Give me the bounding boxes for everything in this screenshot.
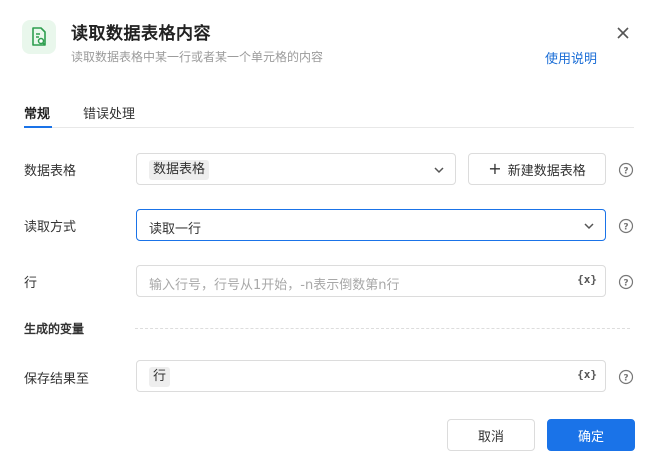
variable-icon[interactable]: {x} [577,273,597,286]
active-tab-indicator [24,126,52,128]
help-icon[interactable]: ? [618,162,634,178]
save-to-input[interactable]: 行 {x} [136,360,606,392]
close-icon [617,27,629,39]
svg-text:?: ? [623,279,628,289]
cancel-button[interactable]: 取消 [447,419,535,451]
read-table-dialog: 读取数据表格内容 读取数据表格中某一行或者某一个单元格的内容 使用说明 常规 错… [0,0,658,475]
variable-chip: 行 [149,367,171,387]
new-table-label: 新建数据表格 [507,163,586,179]
dialog-title: 读取数据表格内容 [71,24,211,44]
tab-bar: 常规 错误处理 [24,92,634,128]
row-input[interactable]: 输入行号，行号从1开始，-n表示倒数第n行 {x} [136,265,606,297]
document-search-icon [22,20,56,54]
confirm-button[interactable]: 确定 [547,419,635,451]
help-icon[interactable]: ? [618,369,634,385]
svg-text:?: ? [623,223,628,233]
help-icon[interactable]: ? [618,218,634,234]
help-icon[interactable]: ? [618,274,634,290]
table-label: 数据表格 [24,164,77,179]
svg-text:?: ? [623,167,628,177]
read-mode-label: 读取方式 [24,220,77,235]
help-link[interactable]: 使用说明 [545,48,597,67]
output-section-title: 生成的变量 [24,322,85,336]
row-label: 行 [24,276,38,291]
close-button[interactable] [612,22,634,44]
table-select[interactable]: 数据表格 [136,153,456,185]
tab-general[interactable]: 常规 [24,103,50,122]
svg-text:?: ? [623,374,628,384]
chevron-down-icon [584,223,594,230]
new-table-button[interactable]: + 新建数据表格 [468,153,606,185]
table-chip: 数据表格 [149,160,210,180]
plus-icon: + [488,159,502,178]
read-mode-select[interactable]: 读取一行 [136,209,606,241]
row-placeholder: 输入行号，行号从1开始，-n表示倒数第n行 [149,278,400,293]
variable-icon[interactable]: {x} [577,368,597,381]
section-divider [135,328,630,329]
dialog-subtitle: 读取数据表格中某一行或者某一个单元格的内容 [71,50,324,64]
chevron-down-icon [434,167,444,174]
tab-error-handling[interactable]: 错误处理 [83,103,135,122]
read-mode-value: 读取一行 [149,222,202,237]
save-to-label: 保存结果至 [24,372,90,387]
